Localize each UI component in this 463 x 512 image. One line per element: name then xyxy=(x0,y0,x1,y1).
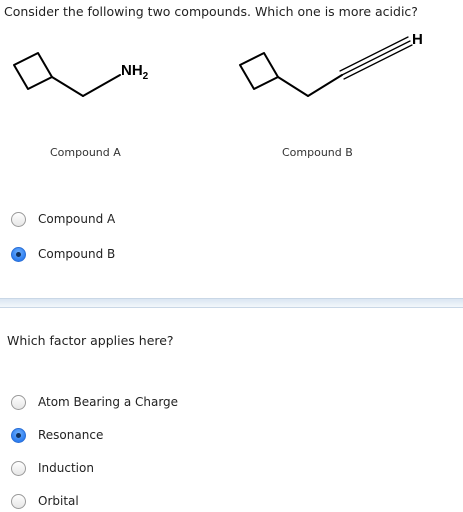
radio-button[interactable] xyxy=(11,493,26,509)
radio-button[interactable] xyxy=(11,394,26,410)
compounds-figure: NH2 H xyxy=(13,31,423,97)
option-orbital[interactable]: Orbital xyxy=(11,492,79,510)
question-1-text: Consider the following two compounds. Wh… xyxy=(4,4,418,19)
compound-a-subscript: 2 xyxy=(143,71,149,82)
compound-a-nh-label: NH xyxy=(121,62,143,79)
compound-a-structure xyxy=(13,52,121,97)
radio-button[interactable] xyxy=(11,460,26,476)
section-divider xyxy=(0,298,463,308)
option-induction[interactable]: Induction xyxy=(11,459,94,477)
radio-button-selected[interactable] xyxy=(11,246,26,262)
radio-button[interactable] xyxy=(11,211,26,227)
option-label: Resonance xyxy=(38,428,104,442)
option-atom-bearing-charge[interactable]: Atom Bearing a Charge xyxy=(11,393,178,411)
option-compound-b[interactable]: Compound B xyxy=(11,245,115,263)
question-2-text: Which factor applies here? xyxy=(7,333,174,348)
svg-text:NH2: NH2 xyxy=(121,62,149,82)
compound-b-h-label: H xyxy=(412,31,423,48)
compound-b-structure xyxy=(239,52,343,97)
option-label: Atom Bearing a Charge xyxy=(38,395,179,409)
compound-b-triple-bond xyxy=(339,36,413,80)
option-label: Compound A xyxy=(38,212,116,226)
option-label: Orbital xyxy=(38,494,79,508)
option-label: Induction xyxy=(38,461,94,475)
compound-b-caption: Compound B xyxy=(282,146,353,159)
option-label: Compound B xyxy=(38,247,116,261)
option-compound-a[interactable]: Compound A xyxy=(11,210,115,228)
radio-button-selected[interactable] xyxy=(11,427,26,443)
option-resonance[interactable]: Resonance xyxy=(11,426,103,444)
compound-a-caption: Compound A xyxy=(50,146,121,159)
